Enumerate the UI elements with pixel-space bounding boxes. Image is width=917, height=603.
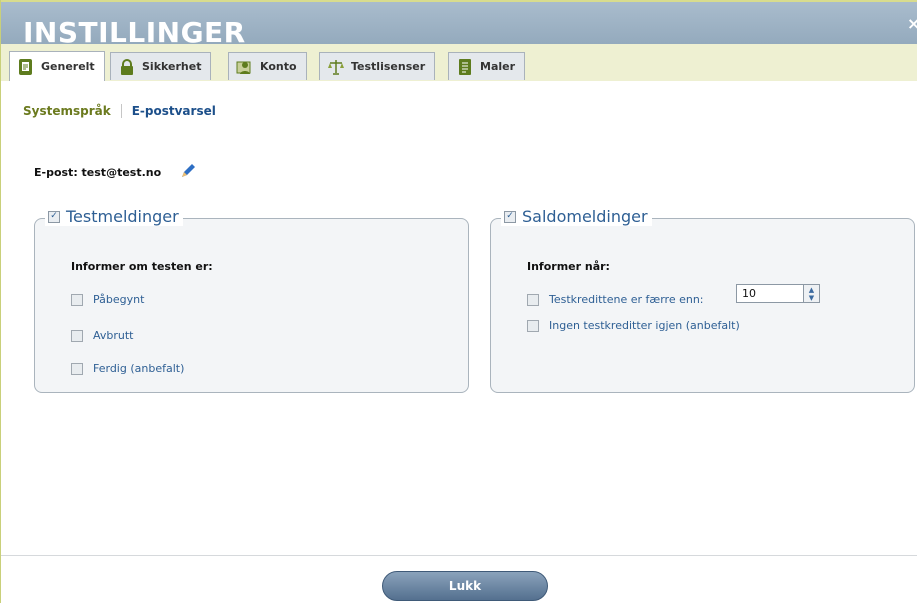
testmeldinger-title: Testmeldinger <box>66 207 179 226</box>
close-icon[interactable]: × <box>907 14 917 33</box>
option-label: Ingen testkreditter igjen (anbefalt) <box>549 319 740 332</box>
credit-threshold-stepper: ▲ ▼ <box>736 284 820 303</box>
template-icon <box>456 58 474 76</box>
tab-label: Maler <box>480 60 516 73</box>
settings-dialog: INSTILLINGER × Generelt Sikkerhet Konto <box>0 0 917 603</box>
user-card-icon <box>236 58 254 76</box>
tab-label: Sikkerhet <box>142 60 202 73</box>
testmeldinger-group: ✓ Testmeldinger Informer om testen er: P… <box>34 207 469 393</box>
testmeldinger-checkbox[interactable]: ✓ <box>48 210 60 223</box>
checkbox[interactable] <box>71 293 83 306</box>
dialog-title: INSTILLINGER <box>23 16 246 44</box>
saldomeldinger-heading: Informer når: <box>527 260 610 273</box>
tab-label: Testlisenser <box>351 60 426 73</box>
option-label: Påbegynt <box>93 293 145 306</box>
checkbox[interactable] <box>71 329 83 342</box>
email-label: E-post: test@test.no <box>34 166 162 179</box>
option-pabegynt[interactable]: Påbegynt <box>71 293 144 306</box>
tab-sikkerhet[interactable]: Sikkerhet <box>110 52 212 80</box>
saldomeldinger-legend: ✓ Saldomeldinger <box>501 207 652 226</box>
tab-bar: Generelt Sikkerhet Konto Testlisenser Ma… <box>1 44 917 81</box>
checkbox[interactable] <box>71 362 83 375</box>
close-button[interactable]: Lukk <box>382 571 548 601</box>
chevron-down-icon[interactable]: ▼ <box>809 294 814 302</box>
tab-testlisenser[interactable]: Testlisenser <box>319 52 436 80</box>
subnav-systemsprak[interactable]: Systemspråk <box>23 104 122 118</box>
email-row: E-post: test@test.no <box>34 162 197 183</box>
title-bar: INSTILLINGER × <box>1 0 917 44</box>
lock-icon <box>118 58 136 76</box>
document-icon <box>17 58 35 76</box>
credit-threshold-input[interactable] <box>736 284 804 303</box>
sub-navigation: Systemspråk E-postvarsel <box>23 104 216 118</box>
tab-label: Konto <box>260 60 297 73</box>
scales-icon <box>327 58 345 76</box>
option-label: Avbrutt <box>93 329 134 342</box>
checkbox[interactable] <box>527 293 539 306</box>
testmeldinger-legend: ✓ Testmeldinger <box>45 207 183 226</box>
option-testkreditter-faerre[interactable]: Testkredittene er færre enn: <box>527 293 704 306</box>
option-label: Testkredittene er færre enn: <box>549 293 704 306</box>
saldomeldinger-checkbox[interactable]: ✓ <box>504 210 516 223</box>
option-label: Ferdig (anbefalt) <box>93 362 185 375</box>
pencil-icon[interactable] <box>179 162 197 183</box>
option-ferdig[interactable]: Ferdig (anbefalt) <box>71 362 184 375</box>
option-ingen-testkreditter[interactable]: Ingen testkreditter igjen (anbefalt) <box>527 319 740 332</box>
saldomeldinger-title: Saldomeldinger <box>522 207 648 226</box>
tab-konto[interactable]: Konto <box>228 52 307 80</box>
option-avbrutt[interactable]: Avbrutt <box>71 329 134 342</box>
chevron-up-icon[interactable]: ▲ <box>809 286 814 294</box>
checkbox[interactable] <box>527 319 539 332</box>
stepper-buttons[interactable]: ▲ ▼ <box>804 284 820 303</box>
tab-label: Generelt <box>41 60 95 73</box>
testmeldinger-heading: Informer om testen er: <box>71 260 213 273</box>
tab-maler[interactable]: Maler <box>448 52 526 80</box>
saldomeldinger-group: ✓ Saldomeldinger Informer når: Testkredi… <box>490 207 915 393</box>
tab-generelt[interactable]: Generelt <box>9 51 105 81</box>
subnav-epostvarsel[interactable]: E-postvarsel <box>122 104 216 118</box>
footer-divider <box>1 555 917 556</box>
